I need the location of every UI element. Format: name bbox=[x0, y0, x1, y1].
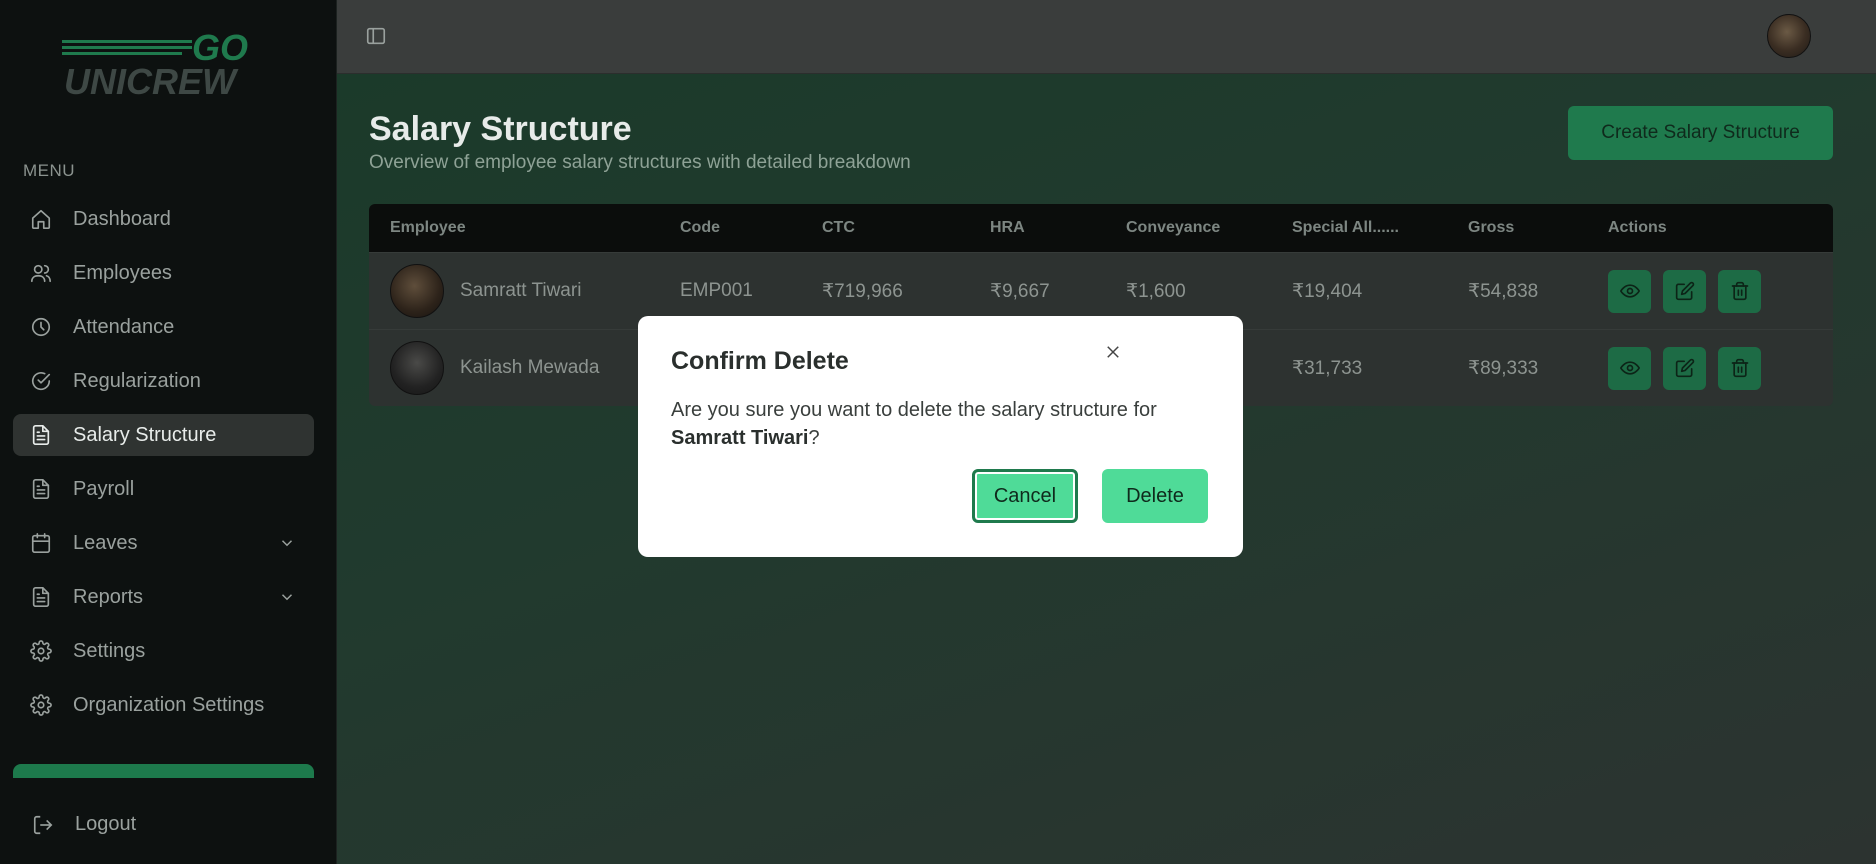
modal-message-suffix: ? bbox=[808, 427, 820, 449]
modal-message-prefix: Are you sure you want to delete the sala… bbox=[671, 399, 1157, 421]
modal-title: Confirm Delete bbox=[671, 347, 849, 375]
close-button[interactable] bbox=[1101, 341, 1125, 365]
confirm-delete-modal: Confirm Delete Are you sure you want to … bbox=[638, 316, 1243, 557]
close-icon bbox=[1107, 345, 1119, 358]
modal-overlay[interactable]: Confirm Delete Are you sure you want to … bbox=[0, 0, 1876, 864]
cancel-button[interactable]: Cancel bbox=[972, 469, 1078, 523]
modal-message: Are you sure you want to delete the sala… bbox=[671, 396, 1211, 452]
modal-employee-name: Samratt Tiwari bbox=[671, 427, 809, 449]
confirm-delete-button[interactable]: Delete bbox=[1102, 469, 1208, 523]
